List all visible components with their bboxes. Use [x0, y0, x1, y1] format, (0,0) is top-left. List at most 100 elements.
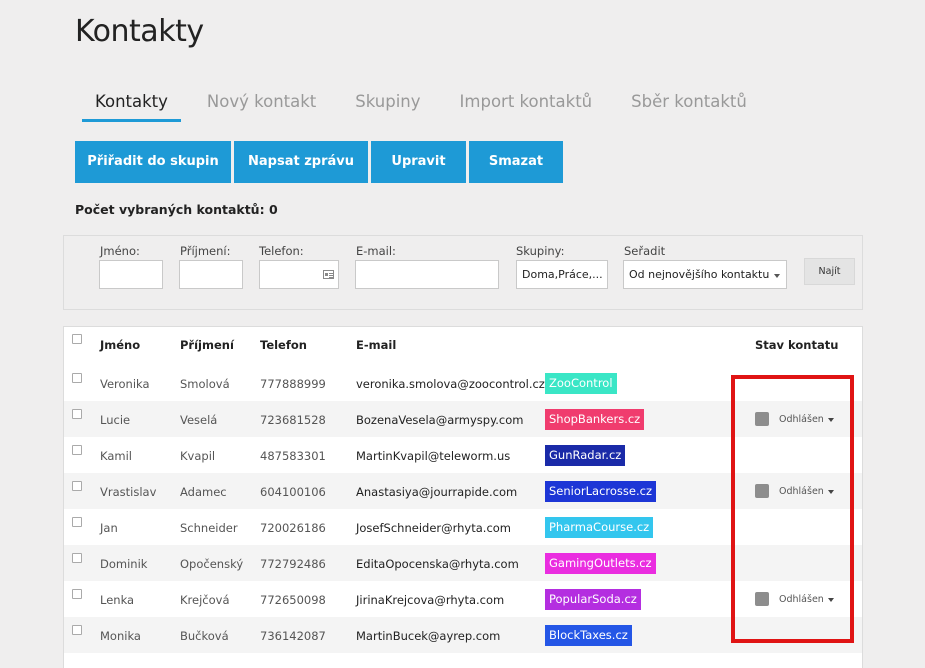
- header-phone: Telefon: [260, 338, 307, 352]
- tab-contacts[interactable]: Kontakty: [82, 86, 181, 122]
- group-tag: SeniorLacrosse.cz: [545, 481, 656, 502]
- group-tag: BlockTaxes.cz: [545, 625, 632, 646]
- header-status: Stav kontatu: [755, 338, 839, 352]
- action-bar: Přiřadit do skupin Napsat zprávu Upravit…: [75, 141, 566, 183]
- cell-phone: 736142087: [260, 629, 326, 643]
- chevron-down-icon: [828, 598, 834, 602]
- table-row[interactable]: Vrastislav Adamec 604100106 Anastasiya@jour…: [64, 473, 862, 509]
- table-row[interactable]: Lenka Krejčová 772650098 JirinaKrejcova@rhy…: [64, 581, 862, 617]
- cell-last-name: Opočenský: [180, 557, 244, 571]
- status-label: Odhlášen: [779, 486, 824, 497]
- groups-label: Skupiny:: [516, 244, 565, 258]
- phone-input[interactable]: [259, 260, 339, 289]
- tab-import-contacts[interactable]: Import kontaktů: [447, 86, 606, 122]
- tab-groups[interactable]: Skupiny: [342, 86, 433, 122]
- cell-first-name: Vrastislav: [100, 485, 157, 499]
- cell-phone: 720026186: [260, 521, 326, 535]
- row-checkbox[interactable]: [72, 589, 82, 599]
- groups-select[interactable]: Doma,Práce,...: [516, 260, 608, 289]
- cell-phone: 604100106: [260, 485, 326, 499]
- sort-select-value: Od nejnovějšího kontaktu: [629, 268, 770, 281]
- table-row[interactable]: Monika Bučková 736142087 MartinBucek@ayrep.…: [64, 617, 862, 653]
- cell-email: EditaOpocenska@rhyta.com: [356, 557, 519, 571]
- cell-last-name: Krejčová: [180, 593, 230, 607]
- group-tag: PharmaCourse.cz: [545, 517, 654, 538]
- first-name-input[interactable]: [99, 260, 163, 289]
- selected-count-label: Počet vybraných kontaktů:: [75, 202, 265, 217]
- status-label: Odhlášen: [779, 594, 824, 605]
- email-label: E-mail:: [356, 244, 396, 258]
- group-tag: GunRadar.cz: [545, 445, 626, 466]
- cell-email: MartinBucek@ayrep.com: [356, 629, 501, 643]
- row-checkbox[interactable]: [72, 373, 82, 383]
- write-message-button[interactable]: Napsat zprávu: [234, 141, 368, 183]
- cell-last-name: Kvapil: [180, 449, 216, 463]
- header-first-name: Jméno: [100, 338, 141, 352]
- last-name-input[interactable]: [179, 260, 243, 289]
- selected-count-value: 0: [268, 202, 278, 217]
- cell-last-name: Smolová: [180, 377, 230, 391]
- status-indicator-icon: [755, 592, 769, 606]
- cell-first-name: Lucie: [100, 413, 131, 427]
- cell-phone: 723681528: [260, 413, 326, 427]
- table-header: Jméno Příjmení Telefon E-mail Stav konta…: [64, 327, 864, 364]
- cell-email: MartinKvapil@teleworm.us: [356, 449, 511, 463]
- cell-phone: 777888999: [260, 377, 326, 391]
- cell-email: JirinaKrejcova@rhyta.com: [356, 593, 505, 607]
- chevron-down-icon: [828, 490, 834, 494]
- row-checkbox[interactable]: [72, 553, 82, 563]
- cell-last-name: Bučková: [180, 629, 229, 643]
- cell-email: Anastasiya@jourrapide.com: [356, 485, 518, 499]
- cell-phone: 487583301: [260, 449, 326, 463]
- sort-label: Seřadit: [624, 244, 666, 258]
- status-label: Odhlášen: [779, 414, 824, 425]
- cell-first-name: Dominik: [100, 557, 148, 571]
- table-row[interactable]: Kamil Kvapil 487583301 MartinKvapil@telewor…: [64, 437, 862, 473]
- cell-email: BozenaVesela@armyspy.com: [356, 413, 524, 427]
- tab-new-contact[interactable]: Nový kontakt: [194, 86, 329, 122]
- status-indicator-icon: [755, 412, 769, 426]
- filter-panel: Jméno: Příjmení: Telefon: E-mail: Skupin…: [63, 235, 863, 310]
- table-row[interactable]: Jan Schneider 720026186 JosefSchneider@rhyt…: [64, 509, 862, 545]
- header-email: E-mail: [356, 338, 397, 352]
- phone-label: Telefon:: [259, 244, 304, 258]
- cell-phone: 772650098: [260, 593, 326, 607]
- row-checkbox[interactable]: [72, 517, 82, 527]
- tab-bar: Kontakty Nový kontakt Skupiny Import kon…: [82, 86, 773, 122]
- cell-email: veronika.smolova@zoocontrol.cz: [356, 377, 545, 391]
- cell-phone: 772792486: [260, 557, 326, 571]
- select-all-checkbox[interactable]: [72, 334, 82, 344]
- group-tag: PopularSoda.cz: [545, 589, 641, 610]
- cell-first-name: Kamil: [100, 449, 132, 463]
- cell-first-name: Monika: [100, 629, 141, 643]
- tab-collect-contacts[interactable]: Sběr kontaktů: [618, 86, 760, 122]
- row-checkbox[interactable]: [72, 409, 82, 419]
- row-checkbox[interactable]: [72, 481, 82, 491]
- delete-button[interactable]: Smazat: [469, 141, 563, 183]
- find-button[interactable]: Najít: [804, 258, 855, 285]
- table-row[interactable]: Veronika Smolová 777888999 veronika.smolova…: [64, 365, 862, 401]
- table-row[interactable]: Dominik Opočenský 772792486 EditaOpocenska@…: [64, 545, 862, 581]
- selected-count: Počet vybraných kontaktů: 0: [75, 202, 278, 217]
- group-tag: ShopBankers.cz: [545, 409, 645, 430]
- chevron-down-icon: [774, 274, 780, 278]
- row-checkbox[interactable]: [72, 445, 82, 455]
- cell-last-name: Adamec: [180, 485, 227, 499]
- row-checkbox[interactable]: [72, 625, 82, 635]
- cell-last-name: Schneider: [180, 521, 238, 535]
- chevron-down-icon: [828, 418, 834, 422]
- assign-group-button[interactable]: Přiřadit do skupin: [75, 141, 231, 183]
- contact-card-icon: [323, 270, 334, 279]
- header-last-name: Příjmení: [180, 338, 234, 352]
- status-indicator-icon: [755, 484, 769, 498]
- last-name-label: Příjmení:: [180, 244, 231, 258]
- table-row[interactable]: Lucie Veselá 723681528 BozenaVesela@armyspy…: [64, 401, 862, 437]
- sort-select[interactable]: Od nejnovějšího kontaktu: [623, 260, 787, 289]
- group-tag: GamingOutlets.cz: [545, 553, 656, 574]
- contacts-table: Jméno Příjmení Telefon E-mail Stav konta…: [63, 326, 863, 668]
- cell-first-name: Lenka: [100, 593, 135, 607]
- email-input[interactable]: [355, 260, 499, 289]
- group-tag: ZooControl: [545, 373, 617, 394]
- contacts-page: Kontakty Kontakty Nový kontakt Skupiny I…: [0, 0, 925, 668]
- edit-button[interactable]: Upravit: [371, 141, 466, 183]
